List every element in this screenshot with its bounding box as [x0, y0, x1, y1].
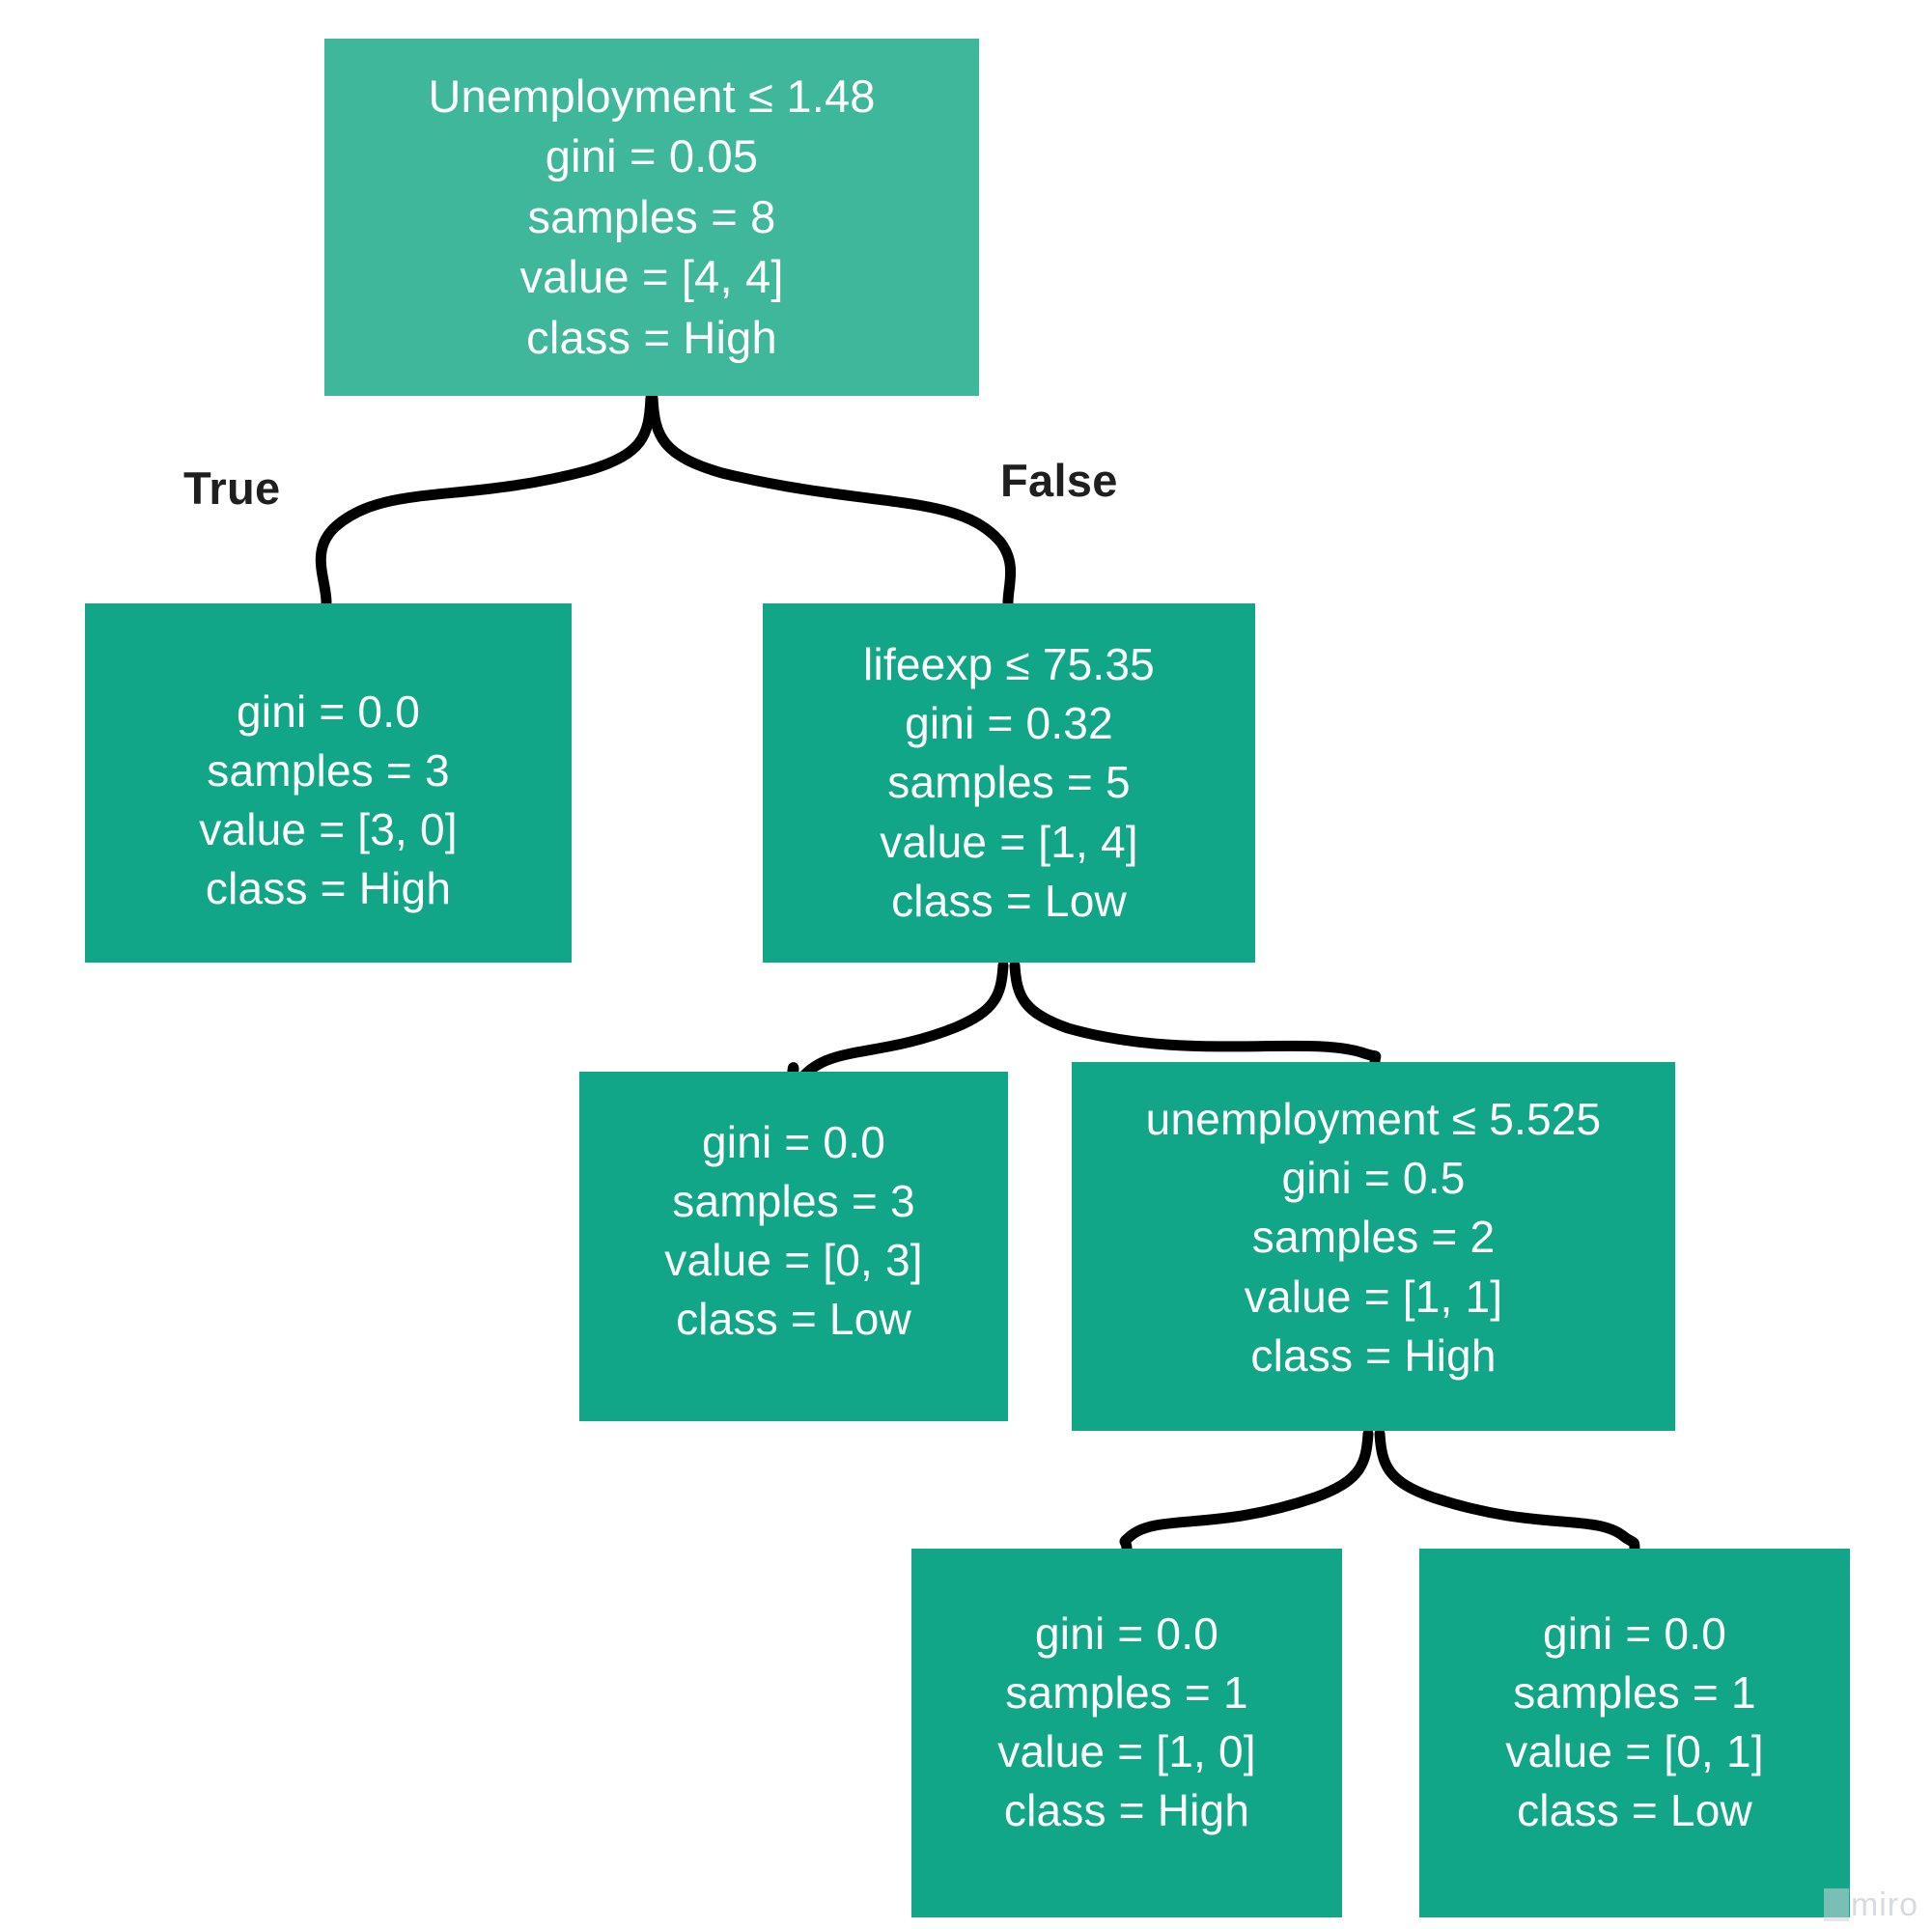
- node-left-leaf-line-gini: gini = 0.0: [237, 685, 420, 737]
- node-root-line-samples: samples = 8: [527, 190, 776, 242]
- node-low1-line-gini: gini = 0.0: [1543, 1608, 1726, 1659]
- edge-root-to-left-leaf: [315, 392, 657, 608]
- node-root-line-value: value = [4, 4]: [519, 251, 784, 303]
- node-lifeexp-line-condition: lifeexp ≤ 75.35: [863, 639, 1155, 690]
- node-root-line-condition: Unemployment ≤ 1.48: [428, 70, 876, 122]
- tree-node-high-samples-1[interactable]: gini = 0.0 samples = 1 value = [1, 0] cl…: [911, 1549, 1342, 1917]
- node-lifeexp-line-value: value = [1, 4]: [880, 816, 1138, 867]
- node-low1-line-value: value = [0, 1]: [1505, 1726, 1764, 1776]
- node-unemployment-line-samples: samples = 2: [1251, 1212, 1496, 1263]
- edge-lifeexp-to-low3: [787, 960, 1009, 1088]
- decision-tree-canvas: Unemployment ≤ 1.48 gini = 0.05 samples …: [0, 0, 1932, 1929]
- miro-logo-icon: [1823, 1888, 1849, 1921]
- branch-label-false: False: [1000, 455, 1118, 506]
- miro-watermark: miro: [1823, 1887, 1918, 1923]
- tree-node-left-leaf[interactable]: gini = 0.0 samples = 3 value = [3, 0] cl…: [85, 603, 572, 963]
- node-lifeexp-line-gini: gini = 0.32: [905, 698, 1113, 749]
- node-left-leaf-line-samples: samples = 3: [207, 744, 450, 796]
- node-unemployment-line-gini: gini = 0.5: [1281, 1153, 1466, 1204]
- node-low3-line-samples: samples = 3: [672, 1175, 915, 1226]
- node-high1-line-gini: gini = 0.0: [1035, 1608, 1218, 1659]
- node-high1-line-class: class = High: [1003, 1785, 1250, 1836]
- edge-unemployment-to-high1: [1119, 1428, 1374, 1554]
- node-unemployment-line-value: value = [1, 1]: [1244, 1271, 1503, 1322]
- node-low1-line-class: class = Low: [1517, 1785, 1752, 1836]
- edge-unemployment-to-low1: [1374, 1428, 1640, 1554]
- node-high1-line-samples: samples = 1: [1005, 1666, 1248, 1718]
- branch-label-true: True: [183, 462, 281, 514]
- tree-node-low-samples-1[interactable]: gini = 0.0 samples = 1 value = [0, 1] cl…: [1419, 1549, 1850, 1917]
- node-unemployment-line-class: class = High: [1250, 1329, 1497, 1381]
- edge-lifeexp-to-unemployment: [1009, 960, 1382, 1068]
- node-root-line-gini: gini = 0.05: [545, 130, 759, 182]
- node-low1-line-samples: samples = 1: [1513, 1666, 1756, 1718]
- tree-node-lifeexp[interactable]: lifeexp ≤ 75.35 gini = 0.32 samples = 5 …: [763, 603, 1255, 963]
- node-lifeexp-line-samples: samples = 5: [887, 757, 1131, 808]
- node-left-leaf-line-class: class = High: [205, 863, 452, 914]
- node-low3-line-gini: gini = 0.0: [702, 1116, 885, 1167]
- edge-root-to-lifeexp: [647, 392, 1017, 608]
- node-unemployment-line-condition: unemployment ≤ 5.525: [1145, 1094, 1602, 1145]
- node-lifeexp-line-class: class = Low: [891, 875, 1127, 926]
- tree-node-unemployment[interactable]: unemployment ≤ 5.525 gini = 0.5 samples …: [1072, 1062, 1675, 1431]
- node-high1-line-value: value = [1, 0]: [997, 1726, 1256, 1776]
- tree-node-root[interactable]: Unemployment ≤ 1.48 gini = 0.05 samples …: [324, 39, 979, 396]
- miro-watermark-label: miro: [1850, 1887, 1918, 1923]
- node-root-line-class: class = High: [526, 311, 777, 363]
- tree-node-low-samples-3[interactable]: gini = 0.0 samples = 3 value = [0, 3] cl…: [579, 1072, 1008, 1421]
- node-left-leaf-line-value: value = [3, 0]: [199, 804, 458, 854]
- node-low3-line-class: class = Low: [676, 1294, 911, 1345]
- node-low3-line-value: value = [0, 3]: [664, 1235, 923, 1285]
